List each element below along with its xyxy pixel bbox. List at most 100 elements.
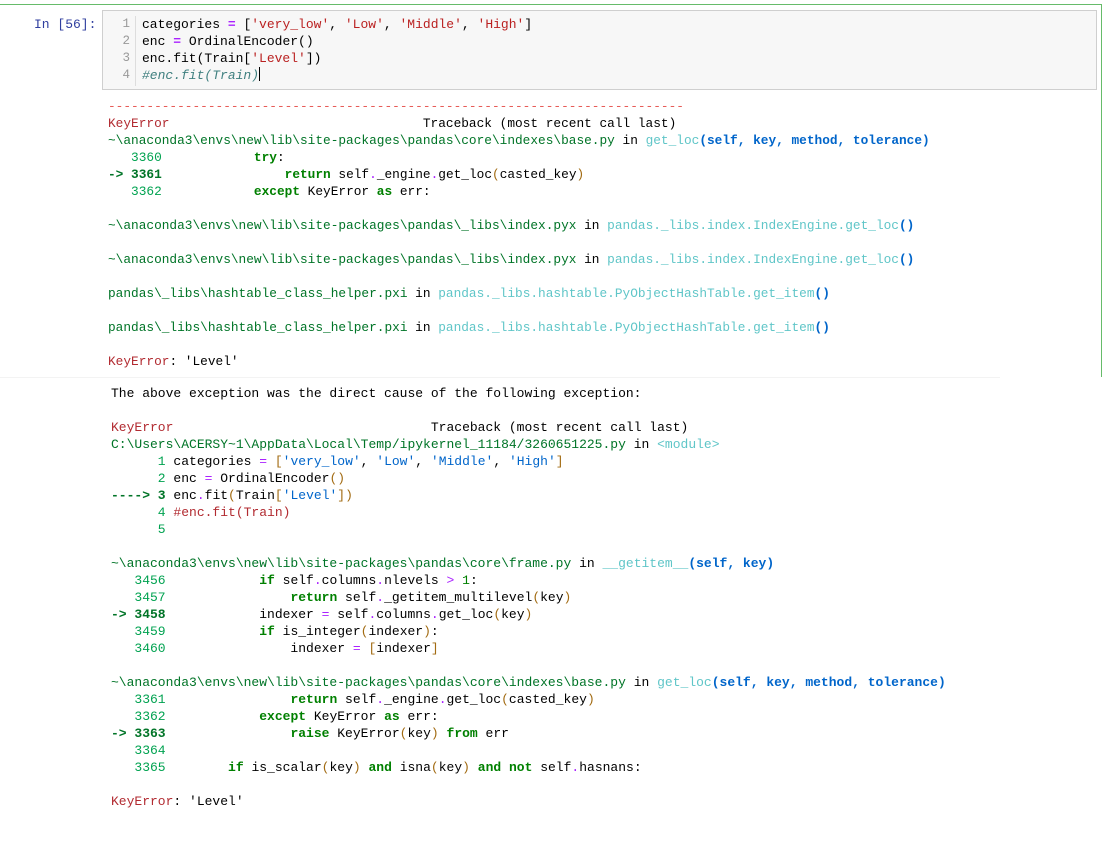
code-token: get_loc <box>438 607 494 622</box>
code-token: key <box>407 726 431 741</box>
code-token: 'Low' <box>376 454 416 469</box>
code-token: nlevels <box>384 573 447 588</box>
code-input-area[interactable]: 1 2 3 4 categories = ['very_low', 'Low', 'M… <box>102 10 1097 90</box>
frame-file-path: ~\anaconda3\envs\new\lib\site-packages\p… <box>108 218 577 233</box>
frame-args: (self, key) <box>688 556 775 571</box>
code-token: err <box>399 709 431 724</box>
code-token: if <box>259 624 275 639</box>
frame-function-name: __getitem__ <box>602 556 689 571</box>
frame-in-label: in <box>576 218 608 233</box>
code-token: , <box>415 454 431 469</box>
traceback-code-line: 3459 if is_integer(indexer): <box>111 623 946 640</box>
code-token: return <box>290 590 338 605</box>
code-token: not <box>508 760 533 775</box>
code-token: columns <box>376 607 431 622</box>
code-token: key <box>438 760 463 775</box>
traceback-title: KeyError Traceback (most recent call las… <box>108 115 930 132</box>
code-token: OrdinalEncoder <box>212 471 330 486</box>
traceback-code-line: 1 categories = ['very_low', 'Low', 'Midd… <box>111 453 946 470</box>
line-number: 3457 <box>111 590 166 605</box>
traceback-code-line: ----> 3 enc.fit(Train['Level']) <box>111 487 946 504</box>
line-number: 3364 <box>111 743 166 758</box>
code-token: ]) <box>337 488 353 503</box>
frame-file-path: C:\Users\ACERSY~1\AppData\Local\Temp/ipy… <box>111 437 626 452</box>
code-token: = <box>227 17 236 32</box>
code-token: key <box>329 760 353 775</box>
code-token: if <box>228 760 244 775</box>
code-token: self <box>532 760 572 775</box>
traceback-code-line: -> 3458 indexer = self.columns.get_loc(k… <box>111 606 946 623</box>
code-token: ) <box>352 760 361 775</box>
input-prompt: In [56]: <box>34 17 97 32</box>
traceback-code-line: 3364 <box>111 742 946 759</box>
line-number: 5 <box>111 522 166 537</box>
current-line-arrow: -> 3458 <box>111 607 166 622</box>
code-token: self <box>337 590 377 605</box>
frame-function-name: pandas._libs.index.IndexEngine.get_loc <box>607 252 899 267</box>
code-token: indexer <box>165 641 353 656</box>
code-token: self <box>274 573 314 588</box>
code-token: _engine <box>384 692 439 707</box>
text-cursor <box>259 67 261 81</box>
code-editor[interactable]: categories = ['very_low', 'Low', 'Middle… <box>142 16 532 84</box>
code-line: categories = ['very_low', 'Low', 'Middle… <box>142 16 532 33</box>
code-token: _getitem_multilevel <box>384 590 533 605</box>
code-token: as <box>384 709 400 724</box>
current-line-arrow: ----> 3 <box>111 488 166 503</box>
code-token: ) <box>423 624 431 639</box>
traceback-code-line: 3361 return self._engine.get_loc(casted_… <box>111 691 946 708</box>
code-token: err <box>477 726 509 741</box>
frame-file-path: ~\anaconda3\envs\new\lib\site-packages\p… <box>108 252 577 267</box>
code-token: . <box>376 692 385 707</box>
code-token: . <box>376 573 385 588</box>
frame-args: () <box>899 218 915 233</box>
code-token: isna <box>391 760 431 775</box>
code-token: ( <box>228 488 236 503</box>
frame-in-label: in <box>407 286 439 301</box>
traceback-separator: ----------------------------------------… <box>108 99 684 114</box>
traceback-frame-header: pandas\_libs\hashtable_class_helper.pxi … <box>108 319 930 336</box>
code-token: , <box>461 17 478 32</box>
line-number: 1 <box>122 17 130 31</box>
code-line: enc.fit(Train['Level']) <box>142 50 532 67</box>
code-token: : <box>469 573 478 588</box>
traceback-output-1: ----------------------------------------… <box>108 98 930 370</box>
error-message: : 'Level' <box>173 794 244 809</box>
line-number: 3361 <box>111 692 166 707</box>
error-type: KeyError <box>108 116 170 131</box>
line-number: 3362 <box>108 184 162 199</box>
frame-args: () <box>814 286 830 301</box>
frame-file-path: pandas\_libs\hashtable_class_helper.pxi <box>108 320 408 335</box>
code-token: from <box>446 726 478 741</box>
error-type: KeyError <box>111 420 174 435</box>
code-line: enc = OrdinalEncoder() <box>142 33 532 50</box>
error-message: : 'Level' <box>169 354 239 369</box>
code-token: . <box>196 488 205 503</box>
frame-file-path: pandas\_libs\hashtable_class_helper.pxi <box>108 286 408 301</box>
frame-function-name: pandas._libs.index.IndexEngine.get_loc <box>607 218 899 233</box>
traceback-code-line: 4 #enc.fit(Train) <box>111 504 946 521</box>
code-token: indexer <box>165 607 322 622</box>
code-token: key <box>540 590 564 605</box>
code-token: ]) <box>305 51 322 66</box>
code-token: [ <box>267 454 283 469</box>
frame-function-name: <module> <box>657 437 720 452</box>
frame-in-label: in <box>614 133 646 148</box>
code-token: get_loc <box>438 167 493 182</box>
line-number: 3456 <box>111 573 166 588</box>
frame-file-path: ~\anaconda3\envs\new\lib\site-packages\p… <box>111 556 572 571</box>
code-token: : <box>276 150 285 165</box>
